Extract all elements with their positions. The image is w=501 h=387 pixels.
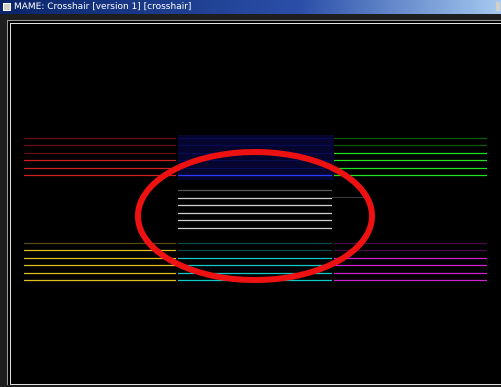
test-pattern	[24, 135, 487, 283]
application-window: MAME: Crosshair [version 1] [crosshair]	[0, 0, 501, 387]
